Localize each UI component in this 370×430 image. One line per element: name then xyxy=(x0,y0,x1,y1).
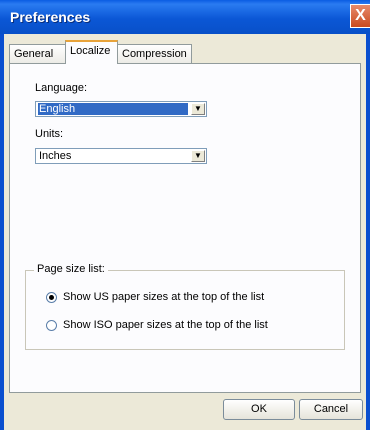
ok-button[interactable]: OK xyxy=(223,399,295,420)
radio-button-icon[interactable] xyxy=(46,320,57,331)
tab-compression-label: Compression xyxy=(122,48,187,60)
ok-button-label: OK xyxy=(251,403,267,415)
language-label: Language: xyxy=(35,82,87,94)
tab-localize[interactable]: Localize xyxy=(65,40,118,64)
cancel-button-label: Cancel xyxy=(313,403,349,415)
title-bar: Preferences X xyxy=(0,0,370,34)
units-label: Units: xyxy=(35,128,64,140)
window-title: Preferences xyxy=(10,9,91,25)
tab-general-label: General xyxy=(14,48,54,60)
close-button[interactable]: X xyxy=(350,4,370,28)
page-size-group-label: Page size list: xyxy=(34,263,108,275)
window-frame-left xyxy=(0,34,4,430)
language-select-value: English xyxy=(38,103,188,115)
dropdown-arrow-icon[interactable]: ▼ xyxy=(191,150,205,162)
radio-button-icon[interactable] xyxy=(46,292,57,303)
cancel-button[interactable]: Cancel xyxy=(299,399,363,420)
dropdown-arrow-icon[interactable]: ▼ xyxy=(191,103,205,115)
language-select[interactable]: English ▼ xyxy=(35,101,207,117)
page-size-groupbox: Page size list: Show US paper sizes at t… xyxy=(25,263,345,350)
radio-us-paper-label: Show US paper sizes at the top of the li… xyxy=(63,291,265,303)
units-select[interactable]: Inches ▼ xyxy=(35,148,207,164)
window-frame-right xyxy=(366,34,370,430)
radio-iso-paper-label: Show ISO paper sizes at the top of the l… xyxy=(63,319,268,331)
tab-compression[interactable]: Compression xyxy=(117,44,192,63)
tab-general[interactable]: General xyxy=(9,44,66,63)
tab-localize-label: Localize xyxy=(70,45,111,57)
close-icon: X xyxy=(355,7,366,24)
units-select-value: Inches xyxy=(39,150,72,162)
